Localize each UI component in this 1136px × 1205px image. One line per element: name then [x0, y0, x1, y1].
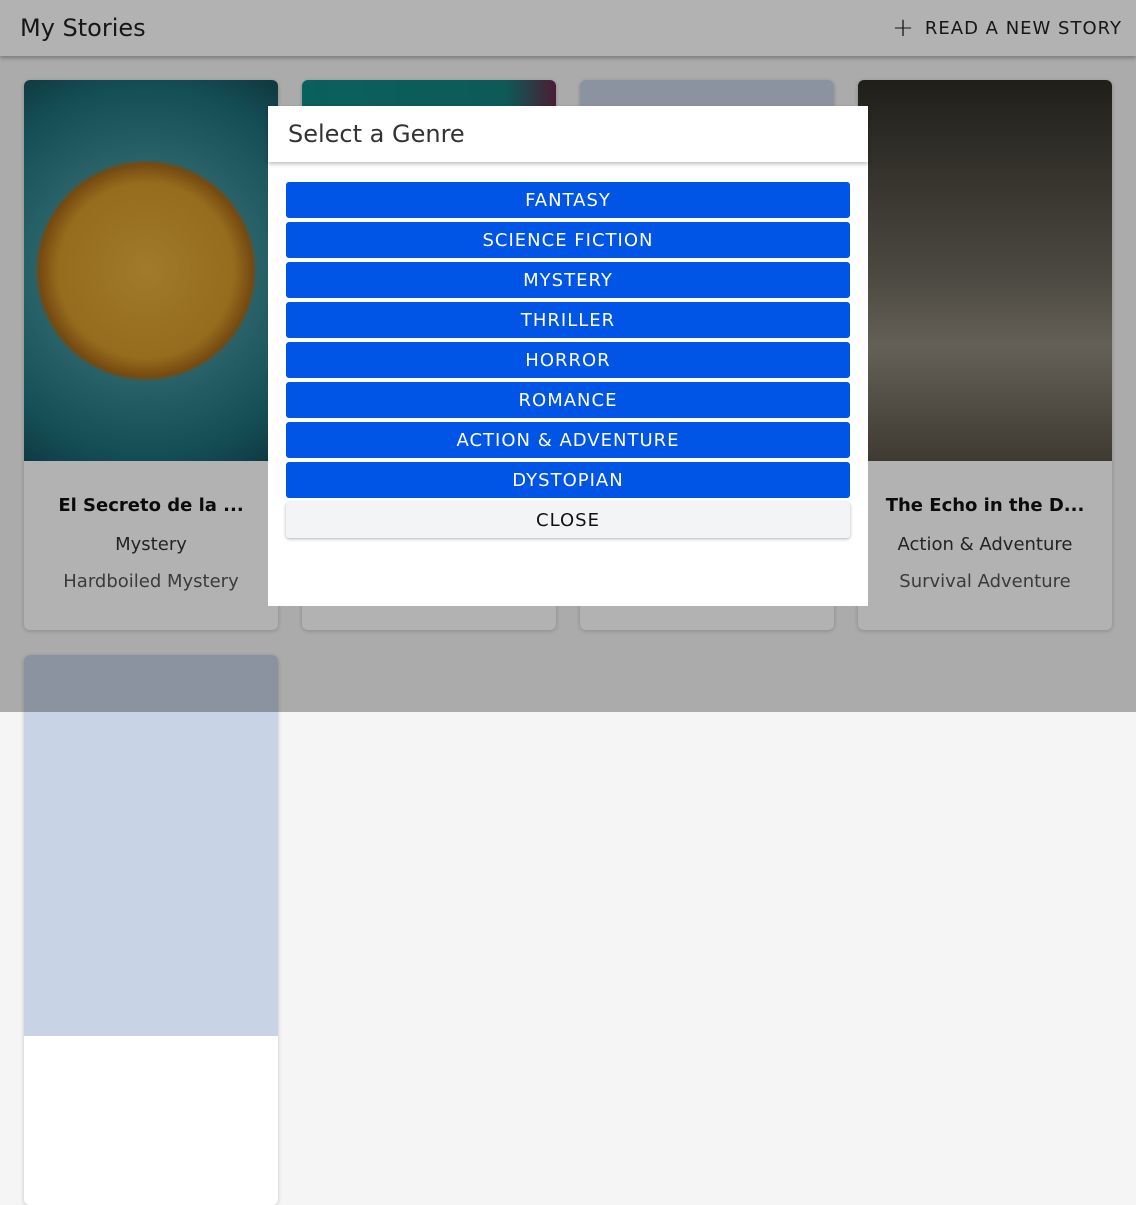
genre-button-horror[interactable]: HORROR	[286, 342, 850, 378]
genre-button-thriller[interactable]: THRILLER	[286, 302, 850, 338]
close-button[interactable]: CLOSE	[286, 502, 850, 538]
genre-button-dystopian[interactable]: DYSTOPIAN	[286, 462, 850, 498]
genre-button-science-fiction[interactable]: SCIENCE FICTION	[286, 222, 850, 258]
dialog-title: Select a Genre	[268, 106, 868, 162]
genre-button-romance[interactable]: ROMANCE	[286, 382, 850, 418]
genre-button-action-adventure[interactable]: ACTION & ADVENTURE	[286, 422, 850, 458]
story-cover-image	[24, 655, 278, 1036]
genre-dialog: Select a Genre FANTASY SCIENCE FICTION M…	[268, 106, 868, 606]
genre-button-mystery[interactable]: MYSTERY	[286, 262, 850, 298]
genre-button-fantasy[interactable]: FANTASY	[286, 182, 850, 218]
story-card[interactable]	[24, 655, 278, 1205]
